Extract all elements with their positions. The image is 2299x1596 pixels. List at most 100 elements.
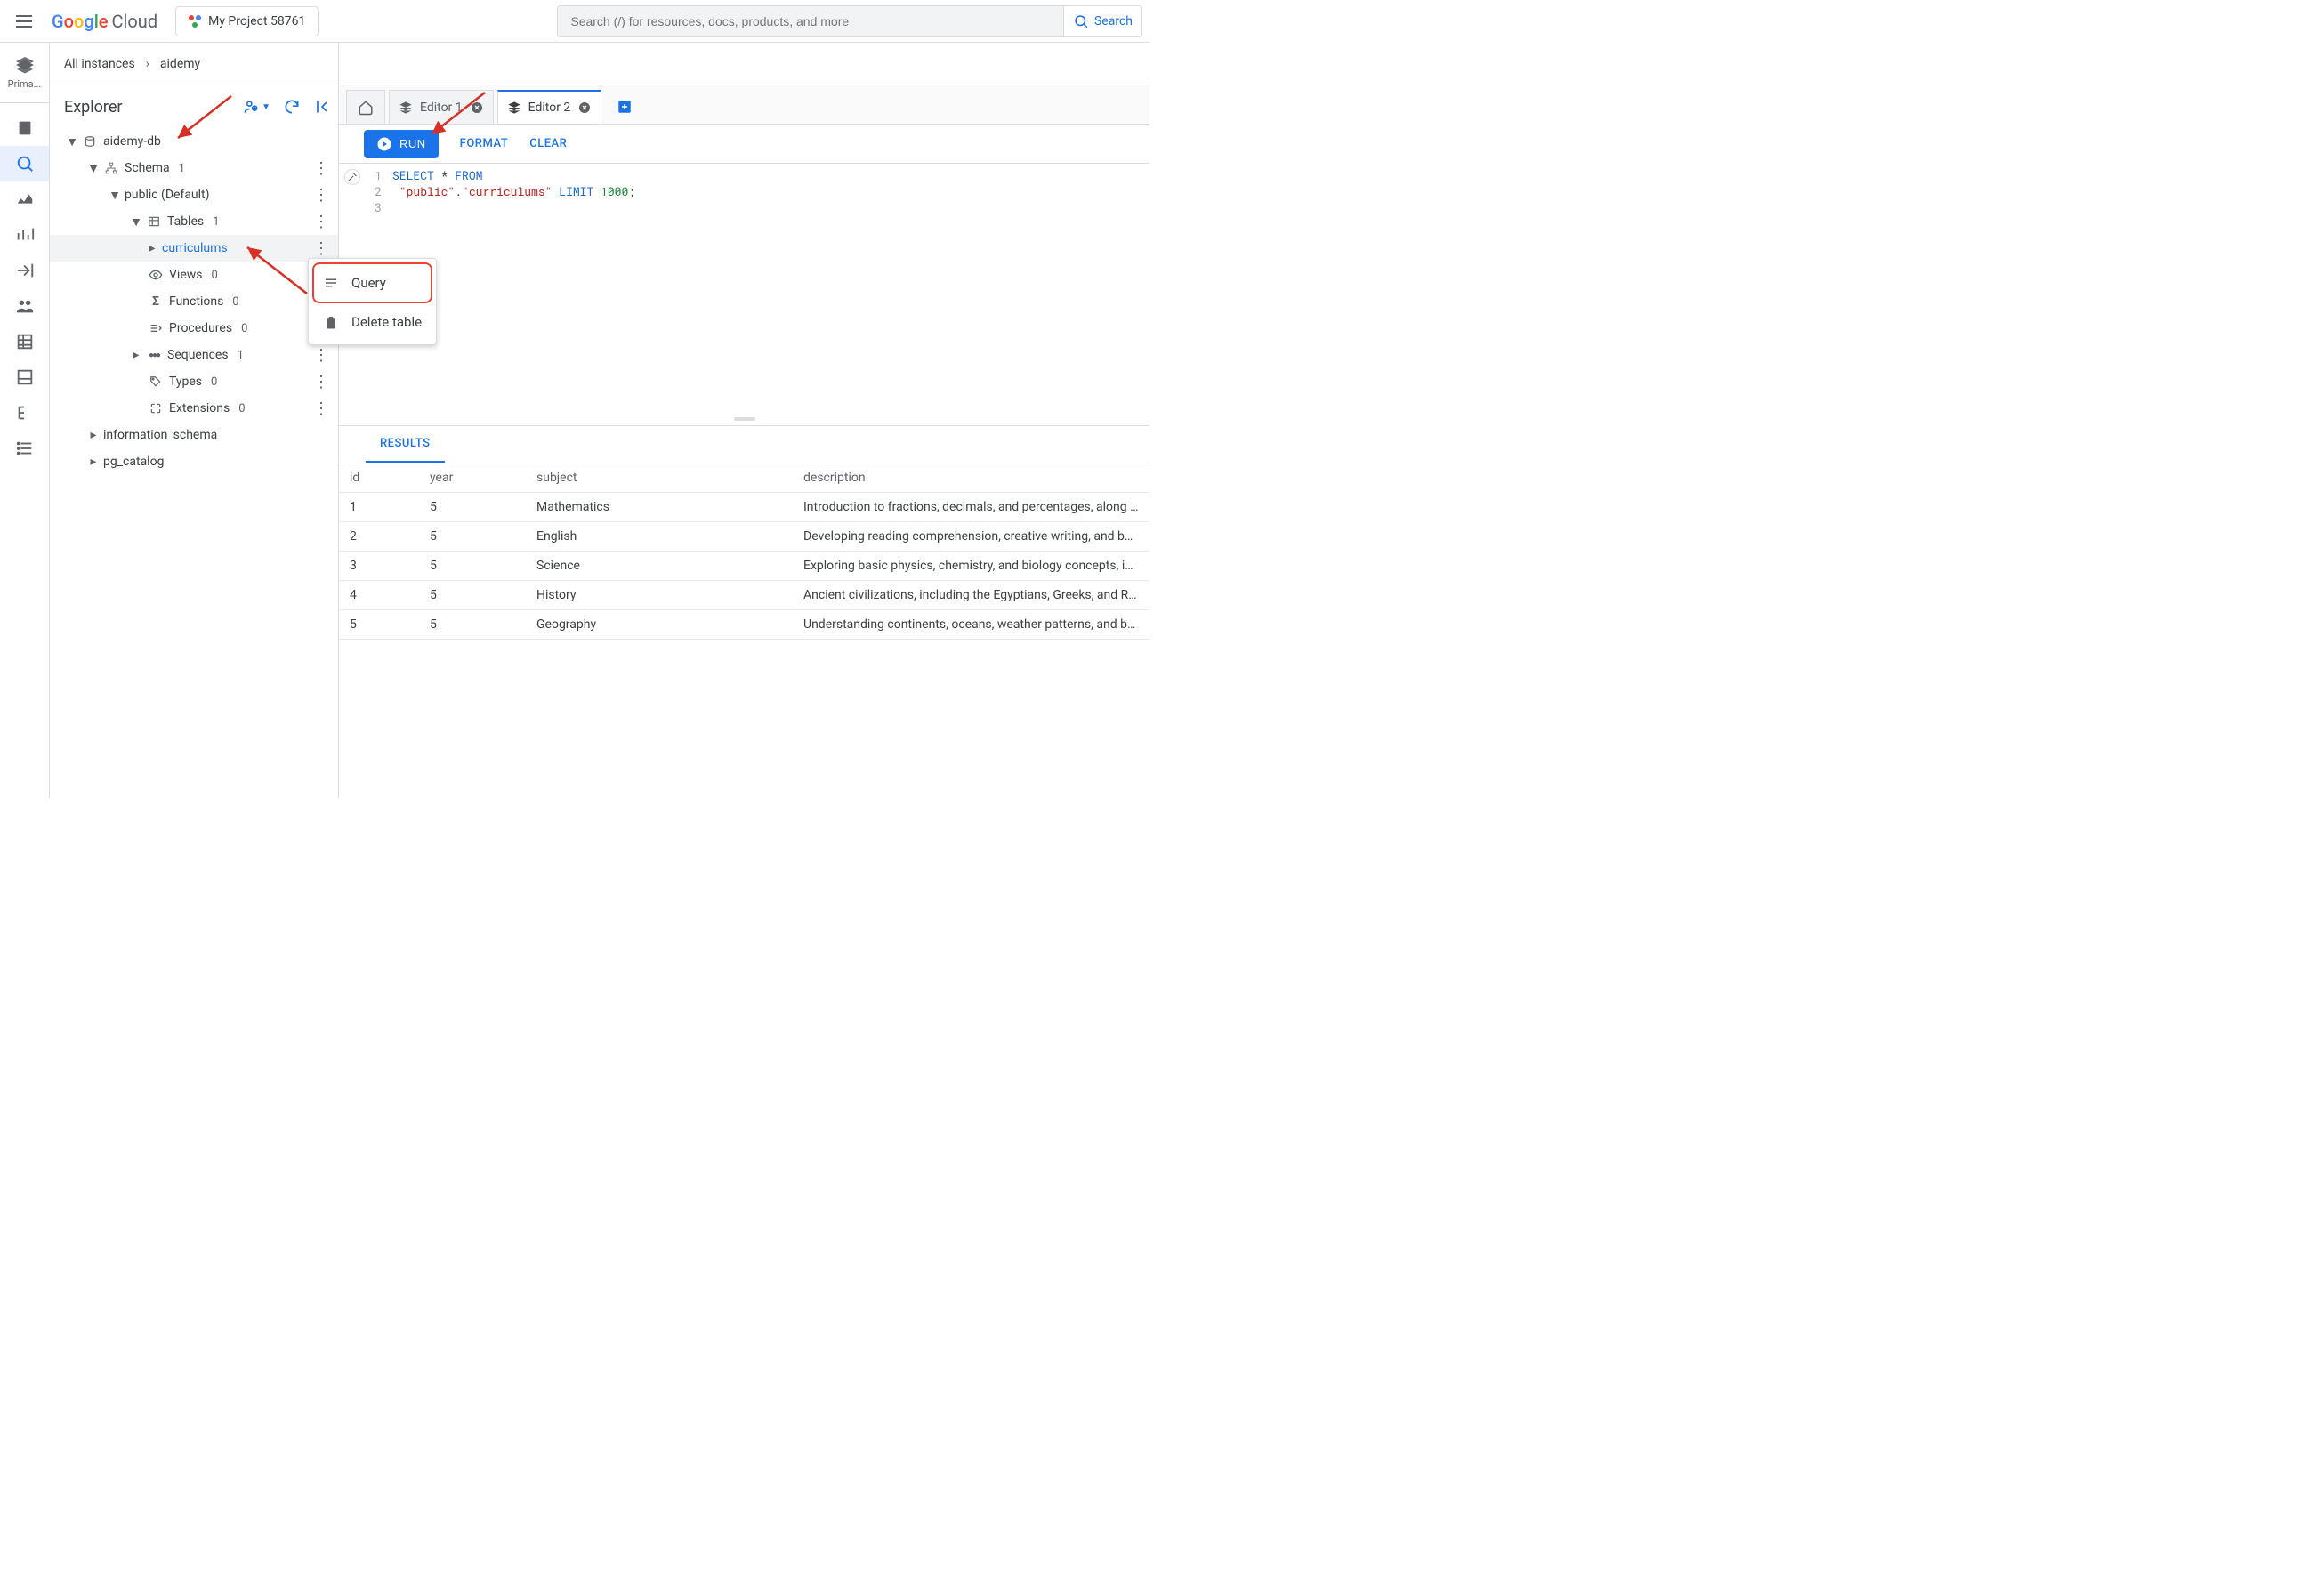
- kebab-menu[interactable]: ⋮: [313, 351, 329, 359]
- col-description[interactable]: description: [793, 463, 1150, 493]
- rail-item-tree[interactable]: [0, 395, 49, 431]
- rail-item-grid[interactable]: [0, 324, 49, 359]
- breadcrumb-root[interactable]: All instances: [64, 57, 135, 71]
- tab-editor2[interactable]: Editor 2: [497, 90, 602, 124]
- table-context-menu: Query Delete table: [308, 258, 437, 345]
- rail-item-query[interactable]: [0, 146, 49, 181]
- kebab-menu[interactable]: ⋮: [313, 191, 329, 199]
- tree-procedures-node[interactable]: Procedures 0 ⋮: [50, 315, 338, 342]
- tree-tables-label: Tables: [167, 214, 204, 229]
- add-tab-button[interactable]: [605, 90, 644, 124]
- editor-tab-bar: Editor 1 Editor 2: [339, 85, 1150, 125]
- trash-icon: [323, 314, 341, 330]
- table-cell: History: [526, 581, 793, 610]
- logo-cloud-text: Cloud: [112, 11, 158, 32]
- table-row[interactable]: 55GeographyUnderstanding continents, oce…: [339, 610, 1150, 640]
- code-area[interactable]: SELECT * FROM "public"."curriculums" LIM…: [387, 167, 1150, 413]
- table-cell: English: [526, 522, 793, 552]
- col-year[interactable]: year: [419, 463, 526, 493]
- refresh-button[interactable]: [283, 98, 301, 116]
- google-cloud-logo[interactable]: Google Cloud: [52, 11, 157, 32]
- add-user-button[interactable]: ▼: [242, 98, 270, 116]
- search-button-label: Search: [1094, 14, 1133, 28]
- tree-table-curriculums[interactable]: ▸ curriculums ⋮: [50, 235, 338, 262]
- rail-item-analytics[interactable]: [0, 217, 49, 253]
- table-row[interactable]: 45HistoryAncient civilizations, includin…: [339, 581, 1150, 610]
- col-id[interactable]: id: [339, 463, 419, 493]
- tree-pg-catalog-node[interactable]: ▸ pg_catalog: [50, 448, 338, 475]
- layers-icon: [399, 101, 413, 115]
- kebab-menu[interactable]: ⋮: [313, 165, 329, 173]
- table-cell: 4: [339, 581, 419, 610]
- explorer-title: Explorer: [64, 98, 123, 117]
- close-icon[interactable]: [470, 101, 484, 115]
- product-nav-rail: Prima...: [0, 43, 50, 798]
- table-icon: [146, 215, 162, 228]
- tree-public-node[interactable]: ▼ public (Default) ⋮: [50, 181, 338, 208]
- table-row[interactable]: 35ScienceExploring basic physics, chemis…: [339, 552, 1150, 581]
- table-row[interactable]: 15MathematicsIntroduction to fractions, …: [339, 493, 1150, 522]
- table-cell: Ancient civilizations, including the Egy…: [793, 581, 1150, 610]
- rail-item-import[interactable]: [0, 253, 49, 288]
- product-stack-icon: [14, 55, 36, 77]
- notes-icon: [323, 275, 341, 291]
- kebab-menu[interactable]: ⋮: [313, 245, 329, 253]
- tree-extensions-node[interactable]: Extensions 0 ⋮: [50, 395, 338, 422]
- format-button[interactable]: FORMAT: [460, 137, 509, 150]
- clear-button[interactable]: CLEAR: [529, 137, 567, 150]
- rail-item-panel[interactable]: [0, 359, 49, 395]
- tree-functions-node[interactable]: Σ Functions 0: [50, 288, 338, 315]
- col-subject[interactable]: subject: [526, 463, 793, 493]
- results-panel: RESULTS id year subject description 15Ma…: [339, 425, 1150, 798]
- search-button[interactable]: Search: [1064, 5, 1142, 37]
- project-name: My Project 58761: [208, 14, 305, 28]
- run-button[interactable]: RUN: [364, 130, 439, 158]
- tree-tables-node[interactable]: ▼ Tables 1 ⋮: [50, 208, 338, 235]
- search-input[interactable]: [557, 5, 1064, 37]
- tab-home[interactable]: [346, 90, 385, 124]
- tree-info-schema-node[interactable]: ▸ information_schema: [50, 422, 338, 448]
- results-table: id year subject description 15Mathematic…: [339, 463, 1150, 640]
- rail-item-list[interactable]: [0, 431, 49, 466]
- sql-editor[interactable]: 123 SELECT * FROM "public"."curriculums"…: [339, 164, 1150, 413]
- chevron-right-icon: ›: [146, 57, 149, 71]
- table-cell: Developing reading comprehension, creati…: [793, 522, 1150, 552]
- tree-sequences-node[interactable]: ▸ ●●● Sequences 1 ⋮: [50, 342, 338, 368]
- rail-item-overview[interactable]: [0, 110, 49, 146]
- home-icon: [358, 100, 374, 116]
- tree-schema-node[interactable]: ▼ Schema 1 ⋮: [50, 155, 338, 181]
- table-row[interactable]: 25EnglishDeveloping reading comprehensio…: [339, 522, 1150, 552]
- rail-item-users[interactable]: [0, 288, 49, 324]
- tree-schema-label: Schema: [125, 161, 170, 175]
- kebab-menu[interactable]: ⋮: [313, 405, 329, 413]
- sequence-icon: ●●●: [146, 351, 162, 360]
- tree-curriculums-label: curriculums: [162, 241, 228, 255]
- resize-handle[interactable]: [339, 413, 1150, 425]
- tab-editor1-label: Editor 1: [420, 101, 463, 115]
- results-tab[interactable]: RESULTS: [366, 426, 445, 463]
- nav-menu-button[interactable]: [14, 11, 36, 32]
- rail-item-insights[interactable]: [0, 181, 49, 217]
- sigma-icon: Σ: [148, 294, 164, 309]
- table-cell: Introduction to fractions, decimals, and…: [793, 493, 1150, 522]
- table-cell: 1: [339, 493, 419, 522]
- ctx-query[interactable]: Query: [314, 264, 431, 302]
- table-cell: Geography: [526, 610, 793, 640]
- collapse-panel-button[interactable]: [313, 98, 331, 116]
- tree-views-node[interactable]: Views 0: [50, 262, 338, 288]
- tree-db-node[interactable]: ▼ aidemy-db: [50, 128, 338, 155]
- tree-types-node[interactable]: Types 0 ⋮: [50, 368, 338, 395]
- tab-editor1[interactable]: Editor 1: [389, 90, 494, 124]
- run-label: RUN: [399, 137, 426, 150]
- tag-icon: [148, 375, 164, 388]
- project-picker[interactable]: My Project 58761: [175, 6, 319, 36]
- magic-pen-icon[interactable]: [344, 169, 360, 185]
- kebab-menu[interactable]: ⋮: [313, 218, 329, 226]
- table-cell: 3: [339, 552, 419, 581]
- close-icon[interactable]: [577, 101, 592, 115]
- search-icon: [1073, 13, 1089, 29]
- kebab-menu[interactable]: ⋮: [313, 378, 329, 386]
- schema-icon: [103, 162, 119, 174]
- ctx-delete-table[interactable]: Delete table: [309, 303, 436, 341]
- table-cell: 5: [419, 610, 526, 640]
